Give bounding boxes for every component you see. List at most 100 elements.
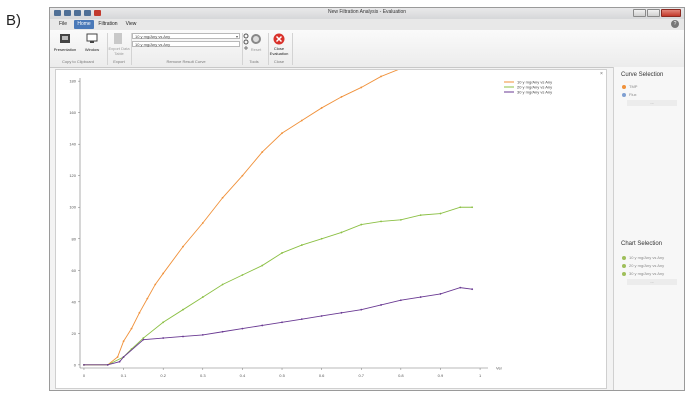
help-icon[interactable]: ? — [671, 20, 679, 28]
data-point — [340, 231, 343, 234]
window-title: New Filtration Analysis - Evaluation — [327, 9, 407, 15]
reset-icon[interactable] — [250, 33, 262, 45]
tab-view[interactable]: View — [122, 20, 140, 29]
y-tick-label: 60 — [72, 268, 77, 273]
close-chart-icon[interactable]: × — [600, 71, 603, 77]
presentation-icon[interactable] — [59, 33, 71, 45]
data-point — [360, 308, 363, 311]
data-point — [380, 304, 382, 306]
data-point — [162, 337, 165, 339]
data-point — [320, 237, 323, 240]
legend-dot-icon — [622, 84, 626, 89]
data-point — [154, 283, 157, 286]
chart-item[interactable]: 20 y mg/Any vs Any — [622, 263, 664, 268]
legend-dot-icon — [622, 92, 626, 97]
y-tick-label: 20 — [72, 331, 77, 336]
data-point — [130, 327, 133, 330]
data-point — [201, 222, 204, 224]
data-point — [439, 293, 442, 295]
curve-item-label: Flux — [629, 92, 637, 97]
selection-sidebar: Curve Selection TMP Flux ... Chart Selec… — [613, 67, 684, 390]
data-point — [138, 311, 141, 314]
chart-more-button[interactable]: ... — [627, 279, 677, 285]
y-tick-label: 160 — [69, 110, 76, 115]
close-evaluation-icon[interactable] — [273, 33, 285, 45]
data-point — [106, 363, 109, 366]
chart-item-label: 10 y mg/Any vs Any — [629, 255, 665, 260]
tab-file[interactable]: File — [54, 20, 72, 29]
ribbon-separator — [292, 33, 293, 65]
app-window: New Filtration Analysis - Evaluation Fil… — [49, 7, 685, 391]
window-icon[interactable] — [86, 33, 98, 45]
y-tick-label: 0 — [74, 362, 77, 367]
result-curve-select[interactable]: 10 y mg/Any vs Any ▾ — [132, 33, 240, 39]
close-evaluation-button[interactable]: Close Evaluation — [268, 46, 290, 56]
data-point — [116, 356, 119, 358]
chart-panel: 0 0.1 0.2 0.3 0.4 0.5 0.6 0.7 0.8 0.9 1 0 20 40 60 80 10… — [55, 48, 607, 389]
ribbon: Presentation Window Copy to Clipboard Ex… — [50, 30, 684, 68]
x-tick-label: 0.9 — [438, 373, 444, 378]
curve-item-label: TMP — [629, 84, 638, 89]
maximize-button[interactable] — [647, 9, 660, 17]
x-tick-label: 0.3 — [200, 373, 206, 378]
data-point — [142, 337, 145, 339]
chart-item[interactable]: 30 y mg/Any vs Any — [622, 271, 664, 276]
window-button[interactable]: Window — [81, 47, 103, 52]
data-point — [201, 296, 204, 298]
result-curve-value: 10 y mg/Any vs Any — [135, 34, 171, 39]
curve-more-button[interactable]: ... — [627, 100, 677, 106]
data-point — [320, 315, 323, 317]
x-tick-label: 0.1 — [121, 373, 127, 378]
data-point — [360, 86, 363, 89]
data-point — [320, 107, 323, 109]
document-icon — [114, 33, 122, 44]
data-point — [182, 335, 184, 338]
data-point — [261, 151, 264, 153]
copy-group-label: Copy to Clipboard — [61, 59, 95, 64]
data-point — [241, 274, 244, 276]
reset-button[interactable]: Reset — [247, 47, 265, 52]
data-point — [182, 308, 184, 311]
curve-item-tmp[interactable]: TMP — [622, 84, 637, 89]
data-point — [471, 288, 474, 291]
chart-item-label: 20 y mg/Any vs Any — [629, 263, 665, 268]
x-tick-label: 1 — [479, 373, 482, 378]
data-point — [281, 132, 283, 135]
tab-filtration[interactable]: Filtration — [96, 20, 120, 29]
x-tick-label: 0.4 — [240, 373, 246, 378]
data-point — [221, 330, 224, 333]
minimize-button[interactable] — [633, 9, 646, 17]
export-data-button[interactable]: Export Data Table — [108, 46, 130, 56]
close-window-button[interactable] — [661, 9, 681, 17]
data-point — [380, 75, 382, 78]
legend-dot-icon — [622, 263, 626, 268]
data-point — [221, 283, 224, 286]
chevron-down-icon: ▾ — [235, 34, 238, 39]
data-point — [300, 318, 303, 321]
tab-home[interactable]: Home — [74, 20, 94, 29]
chart-item-label: 30 y mg/Any vs Any — [629, 271, 665, 276]
data-point — [122, 356, 125, 358]
data-point — [261, 324, 264, 327]
curve-item-flux[interactable]: Flux — [622, 92, 637, 97]
data-point — [281, 252, 283, 254]
results-group-label: Remove Result Curve — [166, 59, 206, 64]
series-line — [83, 49, 473, 366]
data-point — [241, 327, 244, 330]
curve-selection-title: Curve Selection — [621, 72, 664, 78]
presentation-button[interactable]: Presentation — [50, 47, 80, 52]
x-tick-label: 0.2 — [160, 373, 166, 378]
data-point — [399, 218, 402, 221]
filtration-chart: 0 0.1 0.2 0.3 0.4 0.5 0.6 0.7 0.8 0.9 1 0 20 40 60 80 10… — [69, 48, 552, 378]
data-point — [182, 245, 184, 248]
tools-group-label: Tools — [249, 59, 259, 64]
result-curve-field[interactable]: 10 y mg/Any vs Any — [132, 41, 240, 47]
y-tick-label: 180 — [69, 79, 76, 84]
x-tick-label: 0.5 — [279, 373, 285, 378]
x-tick-label: 0.6 — [319, 373, 325, 378]
data-point — [201, 334, 204, 336]
chart-item[interactable]: 10 y mg/Any vs Any — [622, 255, 664, 260]
data-point — [281, 321, 283, 324]
export-group-label: Export — [113, 59, 125, 64]
data-point — [221, 196, 224, 199]
